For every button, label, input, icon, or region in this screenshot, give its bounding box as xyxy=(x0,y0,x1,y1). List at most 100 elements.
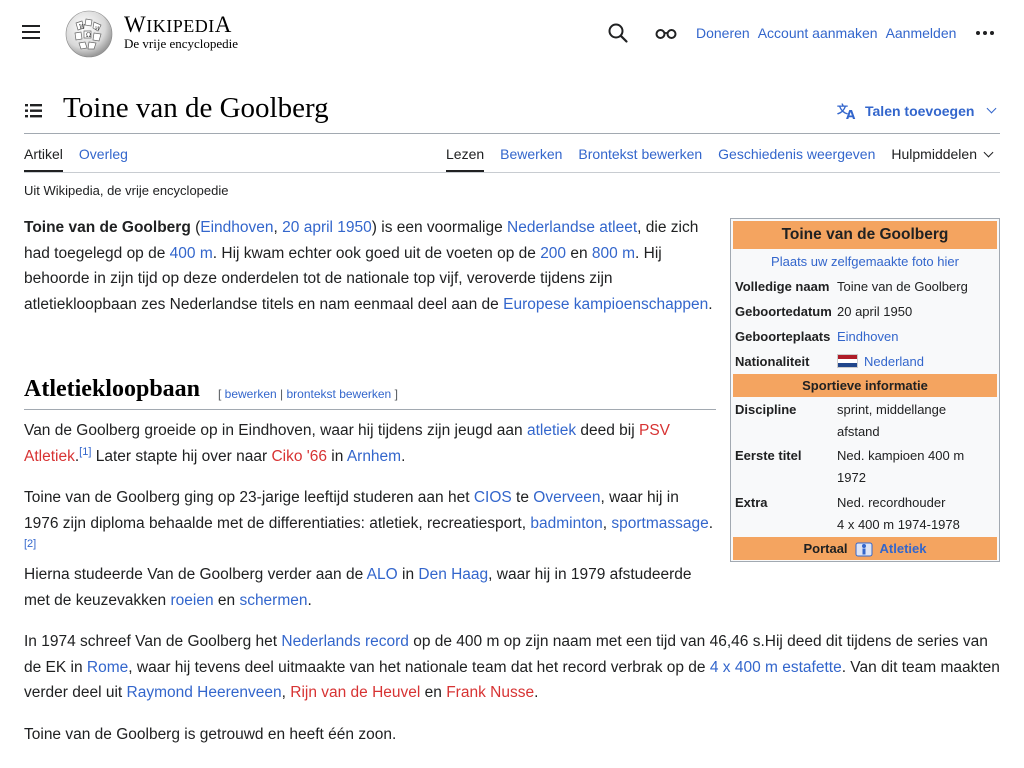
link-200[interactable]: 200 xyxy=(540,245,566,262)
namespace-tabs: Artikel Overleg xyxy=(24,146,128,172)
text: Toine van de Goolberg ging op 23-jarige … xyxy=(24,489,474,506)
link-eindhoven[interactable]: Eindhoven xyxy=(200,219,273,236)
tabs-divider xyxy=(24,172,1000,173)
chevron-down-icon xyxy=(986,103,997,113)
infobox-row-discipline: Discipline sprint, middellange afstand xyxy=(733,397,997,443)
infobox-photo-placeholder: Plaats uw zelfgemaakte foto hier xyxy=(733,249,997,274)
tab-read[interactable]: Lezen xyxy=(446,146,485,172)
text: Van de Goolberg groeide op in Eindhoven,… xyxy=(24,422,527,439)
translate-icon: 文 A xyxy=(837,102,856,120)
link-schermen[interactable]: schermen xyxy=(239,592,307,609)
more-options-icon[interactable] xyxy=(976,22,998,44)
text: en xyxy=(213,591,240,609)
table-of-contents-icon[interactable] xyxy=(24,101,44,121)
link-ciko-66[interactable]: Ciko '66 xyxy=(271,448,327,465)
main-menu-icon[interactable] xyxy=(22,22,46,44)
text: . xyxy=(534,684,539,702)
infobox-label: Geboortedatum xyxy=(735,304,832,319)
section-heading: Atletiekloopbaan xyxy=(24,376,201,402)
link-800m[interactable]: 800 m xyxy=(592,245,635,262)
text: . Hij kwam echter ook goed uit de voeten… xyxy=(212,244,541,262)
infobox-label: Extra xyxy=(735,495,768,510)
text: . xyxy=(401,447,406,465)
user-links: Doneren Account aanmaken Aanmelden xyxy=(696,25,956,41)
text: en xyxy=(420,684,447,702)
portal-athletics-link[interactable]: Atletiek xyxy=(880,537,927,560)
link-frank-nusse[interactable]: Frank Nusse xyxy=(446,684,534,701)
add-languages-button[interactable]: 文 A Talen toevoegen xyxy=(837,102,997,120)
reference-2[interactable]: [2] xyxy=(24,538,36,550)
wikipedia-globe-logo[interactable]: W Ω И xyxy=(64,9,114,59)
link-rome[interactable]: Rome xyxy=(87,659,128,676)
infobox-row-nationality: Nationaliteit Nederland xyxy=(733,349,997,374)
upload-photo-link[interactable]: Plaats uw zelfgemaakte foto hier xyxy=(771,254,959,269)
text: , xyxy=(273,219,283,236)
svg-text:И: И xyxy=(95,26,100,32)
value-line: Ned. kampioen 400 m xyxy=(837,448,965,463)
infobox-row-birth-date: Geboortedatum 20 april 1950 xyxy=(733,299,997,324)
link-badminton[interactable]: badminton xyxy=(530,515,602,532)
link-eindhoven[interactable]: Eindhoven xyxy=(837,329,898,344)
value-line: sprint, middellange xyxy=(837,402,947,417)
personal-paragraph: Toine van de Goolberg is getrouwd en hee… xyxy=(24,726,397,743)
link-alo[interactable]: ALO xyxy=(367,566,398,583)
tagline: De vrije encyclopedie xyxy=(124,36,239,51)
infobox-row-extra: Extra Ned. recordhouder 4 x 400 m 1974-19… xyxy=(733,490,997,537)
value-line: 4 x 400 m 1974-1978 xyxy=(837,517,960,532)
tab-edit-source[interactable]: Brontekst bewerken xyxy=(578,146,702,172)
infobox-label: Volledige naam xyxy=(735,279,830,294)
portal-label: Portaal xyxy=(803,541,848,556)
text: in xyxy=(326,447,347,465)
wordmark-a: A xyxy=(214,12,232,37)
title-divider xyxy=(24,133,1000,134)
career-paragraph-1: Van de Goolberg groeide op in Eindhoven,… xyxy=(24,418,714,469)
section-edit-link[interactable]: bewerken xyxy=(225,387,277,401)
link-raymond-heerenveen[interactable]: Raymond Heerenveen xyxy=(127,684,282,701)
site-header: W Ω И WIKIPEDIA De vrije encyclopedie Do… xyxy=(0,0,1024,66)
appearance-spectacles-icon[interactable] xyxy=(654,24,678,42)
tools-dropdown[interactable]: Hulpmiddelen xyxy=(891,146,994,172)
link-roeien[interactable]: roeien xyxy=(170,592,213,609)
link-dutch-athlete[interactable]: Nederlandse atleet xyxy=(507,219,637,236)
site-subtitle: Uit Wikipedia, de vrije encyclopedie xyxy=(24,183,229,198)
wordmark-w: W xyxy=(124,12,147,37)
link-arnhem[interactable]: Arnhem xyxy=(347,448,401,465)
career-paragraph-2: Toine van de Goolberg ging op 23-jarige … xyxy=(24,485,714,614)
link-rijn-van-de-heuvel[interactable]: Rijn van de Heuvel xyxy=(290,684,420,701)
netherlands-flag-icon xyxy=(837,354,858,368)
infobox-value: Eindhoven xyxy=(837,324,997,349)
link-nederland[interactable]: Nederland xyxy=(864,354,924,369)
link-birth-date[interactable]: 20 april 1950 xyxy=(282,219,372,236)
text: , xyxy=(281,684,291,702)
page-title: Toine van de Goolberg xyxy=(63,92,329,124)
infobox-row-birth-place: Geboorteplaats Eindhoven xyxy=(733,324,997,349)
section-edit-source-link[interactable]: brontekst bewerken xyxy=(287,387,392,401)
login-link[interactable]: Aanmelden xyxy=(886,25,957,41)
add-languages-label: Talen toevoegen xyxy=(865,103,975,119)
link-4x400m-relay[interactable]: 4 x 400 m estafette xyxy=(710,659,842,676)
tab-history[interactable]: Geschiedenis weergeven xyxy=(718,146,875,172)
text: . xyxy=(307,591,312,609)
link-400m[interactable]: 400 m xyxy=(170,245,213,262)
link-european-championships[interactable]: Europese kampioenschappen xyxy=(503,296,708,313)
tab-edit[interactable]: Bewerken xyxy=(500,146,562,172)
search-icon[interactable] xyxy=(607,22,629,44)
svg-text:W: W xyxy=(79,24,86,31)
create-account-link[interactable]: Account aanmaken xyxy=(758,25,878,41)
portal-puzzle-icon xyxy=(855,542,873,556)
text: , waar hij tevens deel uitmaakte van het… xyxy=(128,658,710,676)
infobox-label: Nationaliteit xyxy=(735,354,810,369)
reference-1[interactable]: [1] xyxy=(79,446,91,458)
infobox-value: Toine van de Goolberg xyxy=(837,279,968,294)
link-dutch-record[interactable]: Nederlands record xyxy=(281,633,409,650)
link-den-haag[interactable]: Den Haag xyxy=(418,566,488,583)
wikipedia-wordmark[interactable]: WIKIPEDIA xyxy=(124,12,232,38)
link-sportmassage[interactable]: sportmassage xyxy=(611,515,708,532)
link-overveen[interactable]: Overveen xyxy=(533,489,600,506)
link-cios[interactable]: CIOS xyxy=(474,489,512,506)
donate-link[interactable]: Doneren xyxy=(696,25,750,41)
intro-paragraph: Toine van de Goolberg (Eindhoven, 20 apr… xyxy=(24,215,720,318)
tab-article[interactable]: Artikel xyxy=(24,146,63,172)
link-athletics[interactable]: atletiek xyxy=(527,422,576,439)
tab-talk[interactable]: Overleg xyxy=(79,146,128,172)
